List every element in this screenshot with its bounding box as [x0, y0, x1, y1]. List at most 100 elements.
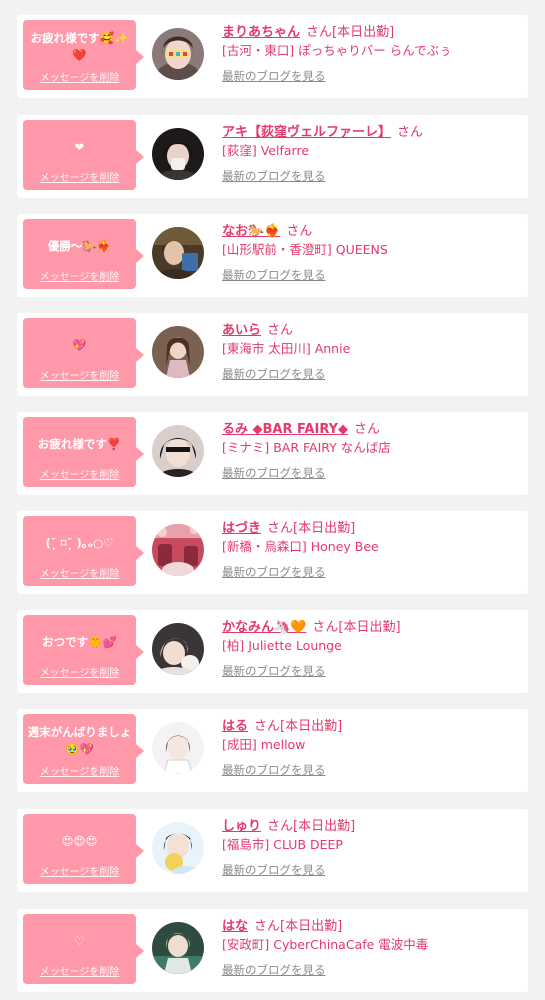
message-text: おつです🐥💕 — [42, 634, 117, 649]
latest-blog-link[interactable]: 最新のブログを見る — [222, 266, 522, 284]
cast-name-link[interactable]: アキ【荻窪ヴェルファーレ】 — [222, 125, 391, 140]
message-card: 優勝〜🐎❤️‍🔥 メッセージを削除 なお🐎❤️‍🔥 さん [山形駅前・香澄町] Q… — [17, 214, 528, 297]
avatar[interactable] — [152, 722, 204, 774]
message-bubble[interactable]: (˘̩̩̩ ⌑˘̩̩̩ )｡ₒ○♡ メッセージを削除 — [23, 516, 144, 586]
latest-blog-link[interactable]: 最新のブログを見る — [222, 563, 522, 581]
honorific: さん — [267, 819, 294, 834]
latest-blog-link[interactable]: 最新のブログを見る — [222, 662, 522, 680]
delete-message-link[interactable]: メッセージを削除 — [23, 466, 136, 481]
delete-message-link[interactable]: メッセージを削除 — [23, 863, 136, 878]
shop-info: [福島市] CLUB DEEP — [222, 837, 343, 852]
message-bubble[interactable]: おつです🐥💕 メッセージを削除 — [23, 615, 144, 685]
delete-message-link[interactable]: メッセージを削除 — [23, 664, 136, 679]
delete-message-link[interactable]: メッセージを削除 — [23, 565, 136, 580]
cast-info: しゅり さん[本日出勤] [福島市] CLUB DEEP 最新のブログを見る — [222, 815, 522, 879]
message-bubble[interactable]: 週末がんばりましょ🥹💖 メッセージを削除 — [23, 714, 144, 784]
avatar[interactable] — [152, 128, 204, 180]
shop-info: [安政町] CyberChinaCafe 電波中毒 — [222, 937, 429, 952]
honorific: さん — [286, 224, 313, 239]
cast-name-link[interactable]: はな — [222, 919, 248, 934]
avatar[interactable] — [152, 28, 204, 80]
cast-name-link[interactable]: るみ ◆BAR FAIRY◆ — [222, 422, 348, 437]
avatar[interactable] — [152, 922, 204, 974]
honorific: さん — [312, 620, 339, 635]
shop-info: [柏] Juliette Lounge — [222, 638, 342, 653]
message-bubble[interactable]: 💖 メッセージを削除 — [23, 318, 144, 388]
attendance-status: [本日出勤] — [332, 25, 395, 40]
message-bubble[interactable]: ❤︎ メッセージを削除 — [23, 120, 144, 190]
latest-blog-link[interactable]: 最新のブログを見る — [222, 464, 522, 482]
avatar[interactable] — [152, 326, 204, 378]
cast-info: るみ ◆BAR FAIRY◆ さん [ミナミ] BAR FAIRY なんば店 最新… — [222, 418, 522, 482]
honorific: さん — [354, 422, 381, 437]
message-text: ♡ — [74, 933, 85, 948]
message-text: 😍😍😍 — [61, 833, 98, 848]
avatar[interactable] — [152, 822, 204, 874]
message-bubble[interactable]: お疲れ様です❣️ メッセージを削除 — [23, 417, 144, 487]
message-bubble[interactable]: 😍😍😍 メッセージを削除 — [23, 814, 144, 884]
cast-name-link[interactable]: なお🐎❤️‍🔥 — [222, 224, 280, 239]
honorific: さん — [267, 323, 294, 338]
honorific: さん — [254, 919, 281, 934]
delete-message-link[interactable]: メッセージを削除 — [23, 763, 136, 778]
message-bubble[interactable]: お疲れ様です🥰✨❤️ メッセージを削除 — [23, 20, 144, 90]
honorific: さん — [306, 25, 333, 40]
message-text: お疲れ様です🥰✨❤️ — [30, 31, 129, 62]
message-card: ♡ メッセージを削除 はな さん[本日出勤] [安政町] CyberChinaCa… — [17, 909, 528, 992]
latest-blog-link[interactable]: 最新のブログを見る — [222, 761, 522, 779]
message-list: お疲れ様です🥰✨❤️ メッセージを削除 まりあちゃん さん[本日出勤] [古河・東… — [0, 0, 545, 1000]
message-card: ❤︎ メッセージを削除 アキ【荻窪ヴェルファーレ】 さん [荻窪] Velfarr… — [17, 115, 528, 198]
latest-blog-link[interactable]: 最新のブログを見る — [222, 365, 522, 383]
message-card: おつです🐥💕 メッセージを削除 かなみん🦄🧡 さん[本日出勤] [柏] Julie… — [17, 610, 528, 693]
attendance-status: [本日出勤] — [280, 919, 343, 934]
cast-name-link[interactable]: しゅり — [222, 819, 261, 834]
message-card: 週末がんばりましょ🥹💖 メッセージを削除 はる さん[本日出勤] [成田] mel… — [17, 709, 528, 792]
cast-info: はる さん[本日出勤] [成田] mellow 最新のブログを見る — [222, 715, 522, 779]
message-text: (˘̩̩̩ ⌑˘̩̩̩ )｡ₒ○♡ — [45, 535, 114, 550]
latest-blog-link[interactable]: 最新のブログを見る — [222, 167, 522, 185]
attendance-status: [本日出勤] — [280, 719, 343, 734]
cast-name-link[interactable]: はづき — [222, 521, 261, 536]
honorific: さん — [397, 125, 424, 140]
shop-info: [ミナミ] BAR FAIRY なんば店 — [222, 440, 391, 455]
shop-info: [山形駅前・香澄町] QUEENS — [222, 242, 388, 257]
latest-blog-link[interactable]: 最新のブログを見る — [222, 67, 522, 85]
message-card: 💖 メッセージを削除 あいら さん [東海市 太田川] Annie 最新のブログを… — [17, 313, 528, 396]
message-bubble[interactable]: ♡ メッセージを削除 — [23, 914, 144, 984]
cast-info: かなみん🦄🧡 さん[本日出勤] [柏] Juliette Lounge 最新のブロ… — [222, 616, 522, 680]
cast-info: はな さん[本日出勤] [安政町] CyberChinaCafe 電波中毒 最新の… — [222, 915, 522, 979]
shop-info: [新橋・烏森口] Honey Bee — [222, 539, 379, 554]
cast-name-link[interactable]: あいら — [222, 323, 261, 338]
cast-info: はづき さん[本日出勤] [新橋・烏森口] Honey Bee 最新のブログを見る — [222, 517, 522, 581]
latest-blog-link[interactable]: 最新のブログを見る — [222, 861, 522, 879]
cast-name-link[interactable]: まりあちゃん — [222, 25, 300, 40]
honorific: さん — [254, 719, 281, 734]
cast-name-link[interactable]: かなみん🦄🧡 — [222, 620, 306, 635]
cast-name-link[interactable]: はる — [222, 719, 248, 734]
delete-message-link[interactable]: メッセージを削除 — [23, 69, 136, 84]
message-text: ❤︎ — [74, 139, 85, 154]
avatar[interactable] — [152, 425, 204, 477]
message-text: 💖 — [72, 337, 87, 352]
avatar[interactable] — [152, 524, 204, 576]
delete-message-link[interactable]: メッセージを削除 — [23, 169, 136, 184]
message-text: 優勝〜🐎❤️‍🔥 — [47, 238, 112, 253]
attendance-status: [本日出勤] — [293, 521, 356, 536]
avatar[interactable] — [152, 227, 204, 279]
message-text: 週末がんばりましょ🥹💖 — [27, 725, 132, 756]
delete-message-link[interactable]: メッセージを削除 — [23, 367, 136, 382]
message-text: お疲れ様です❣️ — [37, 436, 122, 451]
attendance-status: [本日出勤] — [293, 819, 356, 834]
cast-info: アキ【荻窪ヴェルファーレ】 さん [荻窪] Velfarre 最新のブログを見る — [222, 121, 522, 185]
attendance-status: [本日出勤] — [338, 620, 401, 635]
avatar[interactable] — [152, 623, 204, 675]
delete-message-link[interactable]: メッセージを削除 — [23, 268, 136, 283]
cast-info: なお🐎❤️‍🔥 さん [山形駅前・香澄町] QUEENS 最新のブログを見る — [222, 220, 522, 284]
message-card: 😍😍😍 メッセージを削除 しゅり さん[本日出勤] [福島市] CLUB DEEP… — [17, 809, 528, 892]
message-bubble[interactable]: 優勝〜🐎❤️‍🔥 メッセージを削除 — [23, 219, 144, 289]
delete-message-link[interactable]: メッセージを削除 — [23, 963, 136, 978]
latest-blog-link[interactable]: 最新のブログを見る — [222, 961, 522, 979]
shop-info: [成田] mellow — [222, 737, 306, 752]
message-card: お疲れ様です❣️ メッセージを削除 るみ ◆BAR FAIRY◆ さん [ミナミ]… — [17, 412, 528, 495]
honorific: さん — [267, 521, 294, 536]
